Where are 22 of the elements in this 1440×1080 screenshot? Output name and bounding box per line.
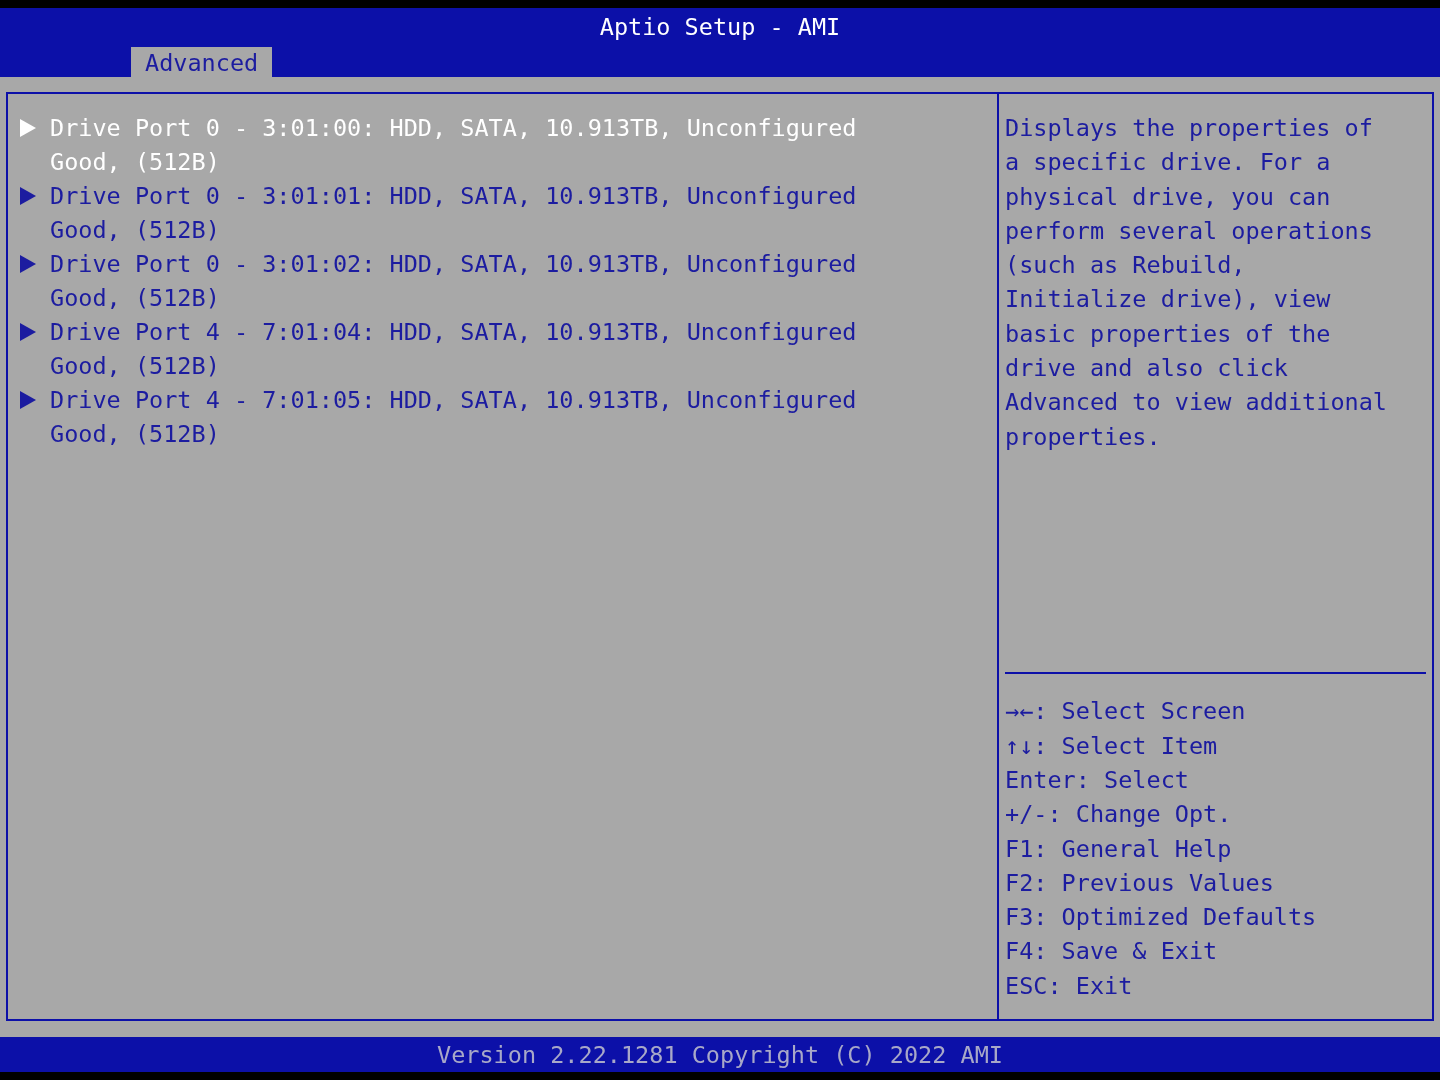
tab[interactable]: Advanced bbox=[131, 47, 273, 77]
key-hint: Enter: Select bbox=[1005, 764, 1190, 796]
triangle-icon bbox=[20, 119, 36, 137]
key-hint: +/-: Change Opt. bbox=[1005, 799, 1233, 831]
key-hint: ↑↓: Select Item bbox=[1005, 730, 1219, 762]
menu-item[interactable]: Drive Port 0 - 3:01:02: HDD, SATA, 10.913TB, Unconfigured Good, (512B) bbox=[50, 247, 885, 315]
triangle-icon bbox=[20, 323, 36, 341]
key-hint: ESC: Exit bbox=[1005, 970, 1134, 1002]
key-hint: F3: Optimized Defaults bbox=[1005, 902, 1318, 934]
triangle-icon bbox=[20, 187, 36, 205]
menu-item[interactable]: Drive Port 0 - 3:01:01: HDD, SATA, 10.913TB, Unconfigured Good, (512B) bbox=[50, 179, 885, 247]
menu-item[interactable]: Drive Port 4 - 7:01:04: HDD, SATA, 10.913TB, Unconfigured Good, (512B) bbox=[50, 315, 885, 383]
triangle-icon bbox=[20, 255, 36, 273]
key-hint: F1: General Help bbox=[1005, 833, 1233, 865]
key-hint: F4: Save & Exit bbox=[1005, 936, 1219, 968]
key-hint: →←: Select Screen bbox=[1005, 696, 1247, 728]
help-text: Displays the properties of a specific drive. For a physical drive, you can perform several operations (such as Rebuild, Initialize drive), view basic properties of the drive and also click Advanced to view additional properties. bbox=[1005, 113, 1387, 453]
version-text: Version 2.22.1281 Copyright (C) 2022 AMI bbox=[437, 1040, 1003, 1069]
key-hint: F2: Previous Values bbox=[1005, 867, 1275, 899]
menu-item[interactable]: Drive Port 4 - 7:01:05: HDD, SATA, 10.913TB, Unconfigured Good, (512B) bbox=[50, 383, 885, 451]
triangle-icon bbox=[20, 391, 36, 409]
window-title: Aptio Setup - AMI bbox=[599, 12, 841, 42]
